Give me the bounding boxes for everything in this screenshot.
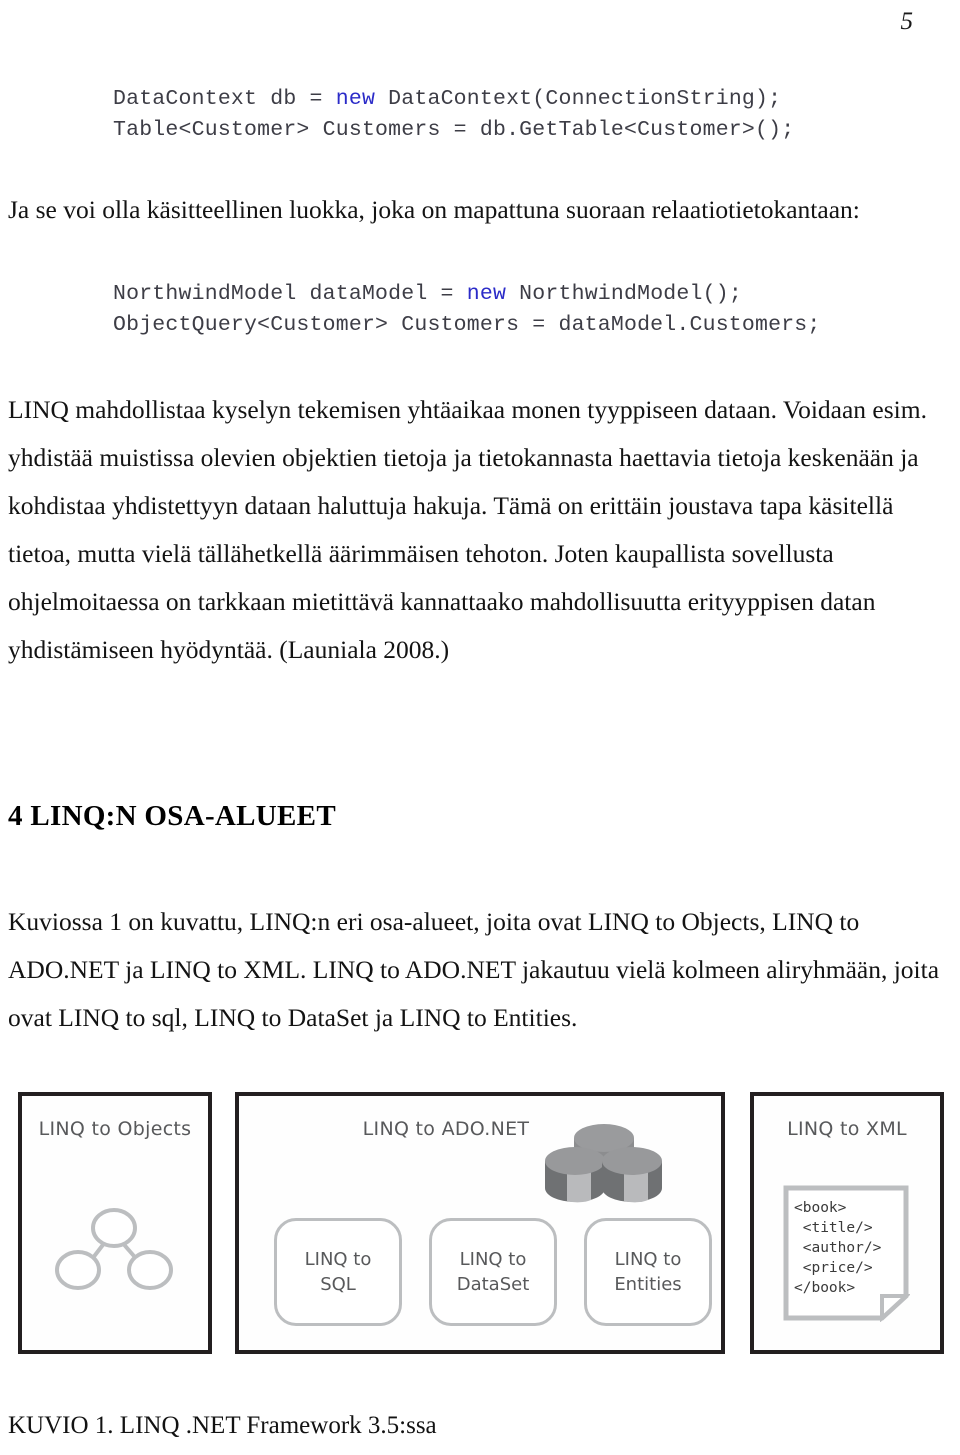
document-page: 5 DataContext db = new DataContext(Conne…: [0, 0, 960, 1455]
panel-title-xml: LINQ to XML: [787, 1118, 907, 1140]
subbox-sql-line2: SQL: [320, 1274, 356, 1295]
code-block-datacontext: DataContext db = new DataContext(Connect…: [113, 84, 794, 146]
database-cylinders-icon: [539, 1116, 669, 1226]
panel-linq-to-objects: LINQ to Objects: [18, 1092, 212, 1354]
code2-line-1-pre: NorthwindModel dataModel =: [113, 282, 467, 306]
code-block-northwindmodel: NorthwindModel dataModel = new Northwind…: [113, 279, 821, 341]
subbox-linq-to-entities: LINQ to Entities: [584, 1218, 712, 1326]
paragraph-linq-description: LINQ mahdollistaa kyselyn tekemisen yhtä…: [8, 395, 927, 664]
code2-keyword-new: new: [466, 282, 507, 306]
code-keyword-new: new: [335, 87, 376, 111]
subbox-entities-line2: Entities: [614, 1274, 682, 1295]
code-line-2: Table<Customer> Customers = db.GetTable<…: [113, 118, 795, 142]
figure-linq-areas: LINQ to Objects LINQ to ADO.NET LINQ to …: [0, 1092, 960, 1362]
page-number: 5: [900, 8, 914, 35]
object-tree-icon: [52, 1208, 177, 1293]
code-line-1-pre: DataContext db =: [113, 87, 336, 111]
subbox-entities-line1: LINQ to: [614, 1249, 682, 1270]
subbox-dataset-line1: LINQ to: [459, 1249, 527, 1270]
code2-line-1-post: NorthwindModel();: [506, 282, 742, 306]
panel-title-objects: LINQ to Objects: [38, 1118, 192, 1140]
subbox-linq-to-dataset: LINQ to DataSet: [429, 1218, 557, 1326]
xml-code-snippet: <book> <title/> <author/> <price/> </boo…: [794, 1200, 882, 1296]
code-line-1-post: DataContext(ConnectionString);: [375, 87, 782, 111]
figure-caption: KUVIO 1. LINQ .NET Framework 3.5:ssa: [8, 1412, 437, 1439]
subbox-dataset-line2: DataSet: [456, 1274, 530, 1295]
panel-linq-to-adonet: LINQ to ADO.NET LINQ to SQL LINQ to Data…: [235, 1092, 725, 1354]
code2-line-2: ObjectQuery<Customer> Customers = dataMo…: [113, 313, 821, 337]
paragraph-osa-alueet: Kuviossa 1 on kuvattu, LINQ:n eri osa-al…: [8, 907, 940, 1032]
subbox-linq-to-sql: LINQ to SQL: [274, 1218, 402, 1326]
paragraph-intro: Ja se voi olla käsitteellinen luokka, jo…: [8, 195, 860, 224]
subbox-sql-line1: LINQ to: [304, 1249, 372, 1270]
section-heading: 4 LINQ:N OSA-ALUEET: [8, 800, 336, 832]
panel-linq-to-xml: LINQ to XML <book> <title/> <author/> <p…: [750, 1092, 944, 1354]
